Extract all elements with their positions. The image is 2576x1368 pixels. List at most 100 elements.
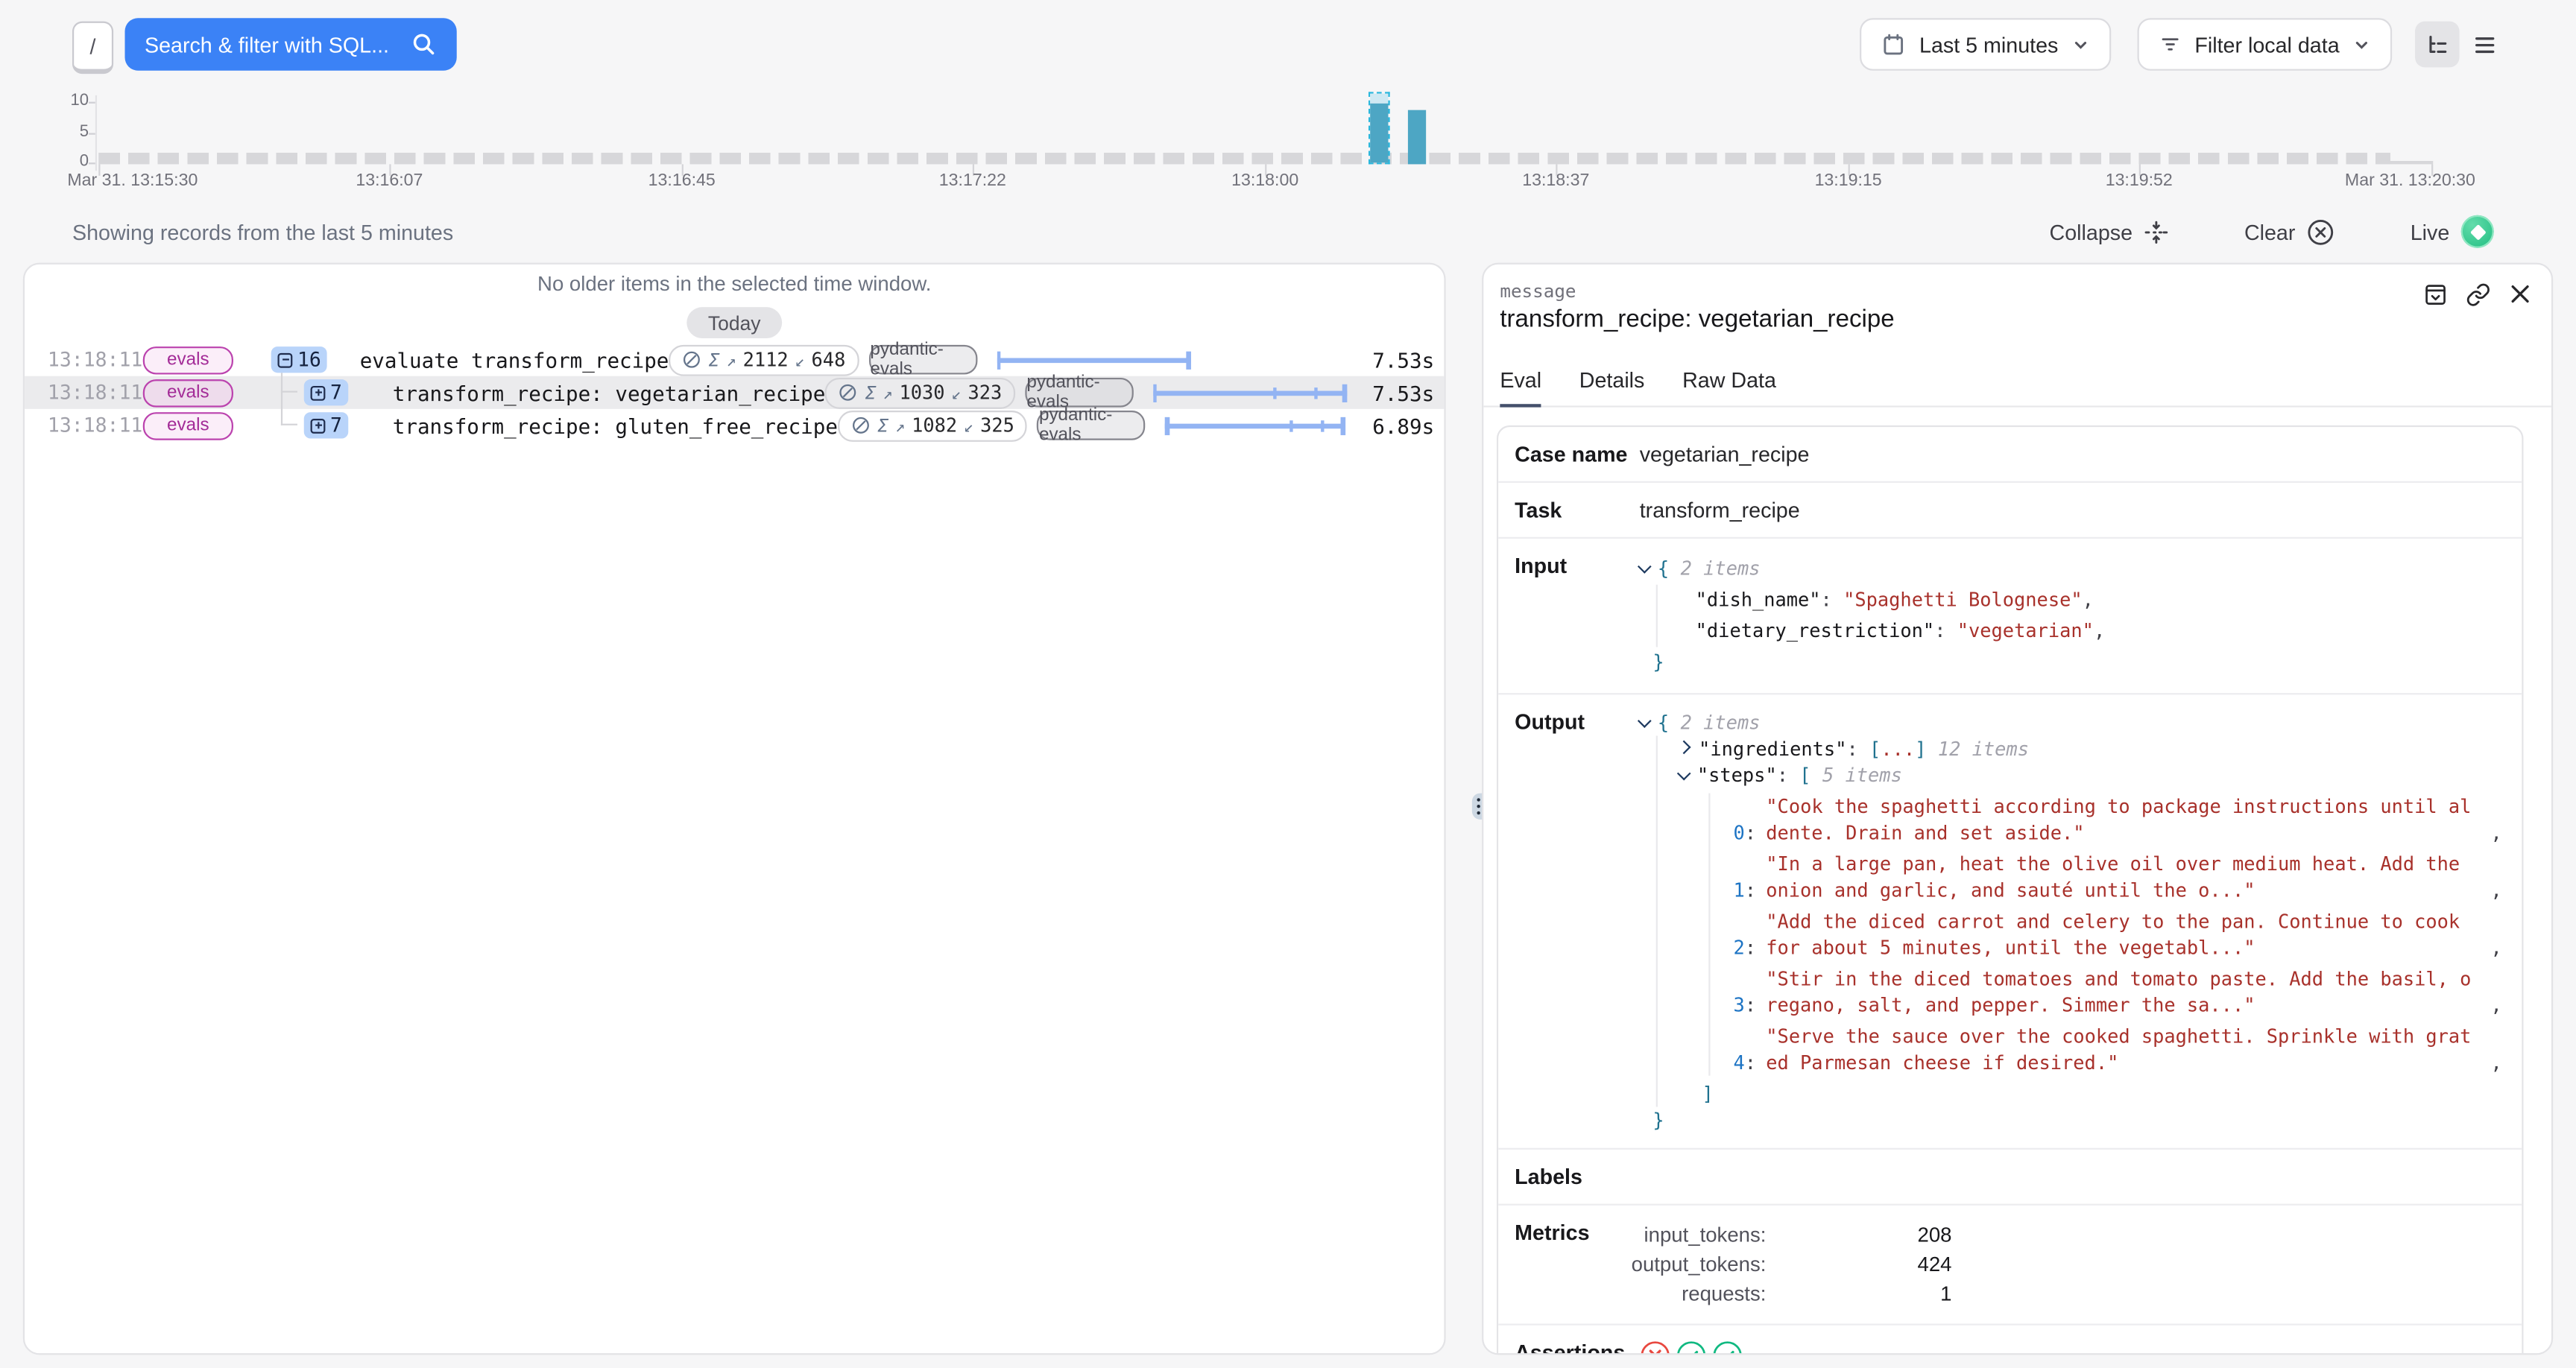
- collapse-button[interactable]: Collapse: [2039, 218, 2178, 245]
- token-usage-pill: 1082 325: [838, 410, 1028, 441]
- copy-link-icon[interactable]: [2466, 282, 2490, 307]
- record-kind-label: message: [1483, 265, 2551, 303]
- steps-open-line: steps: [5 items: [1679, 762, 2502, 788]
- token-coin-icon: [682, 349, 701, 369]
- output-tokens-icon: [951, 381, 961, 404]
- token-coin-icon: [839, 383, 858, 402]
- tab-raw-data[interactable]: Raw Data: [1682, 368, 1776, 408]
- empty-buckets-baseline: [98, 153, 2390, 164]
- evals-tag: evals: [143, 411, 233, 439]
- span-count: 7: [330, 381, 342, 404]
- filter-icon: [2159, 33, 2182, 56]
- assertion-pass-icon[interactable]: [1676, 1340, 1707, 1355]
- assertions-label: Assertions: [1498, 1326, 1640, 1355]
- step-item: 4:Serve the sauce over the cooked spaghe…: [1723, 1023, 2502, 1076]
- output-json-tree: {2 items ingredients: [...]12 items step…: [1640, 694, 2522, 1147]
- step-item: 1:In a large pan, heat the olive oil ove…: [1723, 851, 2502, 904]
- input-row: Input {2 items dish_name: Spaghetti Bolo…: [1498, 539, 2522, 694]
- duration-bar: [1153, 383, 1347, 402]
- live-button[interactable]: Live: [2401, 214, 2504, 250]
- json-entry: dietary_restriction: vegetarian,: [1696, 616, 2502, 647]
- chevron-down-icon: [2352, 35, 2370, 53]
- time-range-dropdown[interactable]: Last 5 minutes: [1860, 18, 2111, 71]
- chevron-down-icon: [2071, 35, 2089, 53]
- open-brace: {: [1658, 557, 1669, 580]
- status-bar: Showing records from the last 5 minutes …: [0, 203, 2576, 259]
- filter-local-data-dropdown[interactable]: Filter local data: [2137, 18, 2392, 71]
- span-count-badge[interactable]: 16: [271, 346, 328, 373]
- metric-item: input_tokens:208: [1594, 1220, 2502, 1250]
- top-bar-right-controls: Last 5 minutes Filter local data: [1860, 18, 2507, 71]
- search-button[interactable]: Search & filter with SQL...: [125, 18, 457, 71]
- search-button-label: Search & filter with SQL...: [145, 32, 411, 57]
- trace-row[interactable]: 13:18:11 evals 7 transform_recipe: glute…: [25, 409, 1444, 442]
- steps-close-bracket: ]: [1702, 1083, 1713, 1106]
- json-entry: dish_name: Spaghetti Bolognese,: [1696, 585, 2502, 616]
- output-tokens-count: 325: [980, 414, 1014, 437]
- collapse-chevron-icon[interactable]: [1638, 714, 1652, 728]
- tree-view-toggle-button[interactable]: [2415, 22, 2460, 68]
- task-value: transform_recipe: [1640, 483, 2522, 537]
- x-tick-label: 13:17:22: [939, 171, 1006, 190]
- list-view-icon: [2472, 32, 2497, 57]
- x-tick-label: 13:16:07: [356, 171, 423, 190]
- histogram-bar[interactable]: [1408, 110, 1426, 165]
- records-timeline-chart: 10 5 0 Mar 31. 13:15:30 13:16:07 13:16:4…: [0, 90, 2576, 202]
- span-name: evaluate transform_recipe: [360, 347, 669, 372]
- span-count: 16: [297, 348, 321, 371]
- items-count-note: 2 items: [1681, 557, 1761, 580]
- collapse-chevron-icon[interactable]: [1677, 767, 1691, 781]
- x-tick-label: 13:19:52: [2106, 171, 2173, 190]
- duration-text: 7.53s: [1347, 380, 1444, 405]
- span-name: transform_recipe: gluten_free_recipe: [393, 413, 838, 437]
- tab-details[interactable]: Details: [1579, 368, 1645, 408]
- x-tick-label: 13:18:00: [1231, 171, 1298, 190]
- input-label: Input: [1498, 539, 1640, 693]
- histogram-bar-highlight-top: [1369, 93, 1387, 104]
- span-count-badge[interactable]: 7: [304, 379, 349, 405]
- scope-tag: pydantic-evals: [1025, 378, 1133, 408]
- trace-row[interactable]: 13:18:11 evals 16 evaluate transform_rec…: [25, 343, 1444, 376]
- y-axis-line: [95, 95, 97, 171]
- collapse-vertical-icon: [2144, 219, 2168, 244]
- collapsed-ellipsis[interactable]: ...: [1881, 738, 1915, 761]
- close-icon[interactable]: [2509, 282, 2532, 305]
- histogram-bar-solid: [1369, 104, 1387, 162]
- x-tick-label: 13:16:45: [648, 171, 716, 190]
- ingredients-collapsed-line: ingredients: [...]12 items: [1679, 735, 2502, 761]
- output-tokens-count: 323: [967, 381, 1002, 404]
- trace-row-selected[interactable]: 13:18:11 evals 7 transform_recipe: veget…: [25, 376, 1444, 409]
- detail-title: transform_recipe: vegetarian_recipe: [1483, 303, 2551, 334]
- sum-icon: [708, 348, 719, 371]
- sum-icon: [865, 381, 876, 404]
- tree-view-icon: [2425, 32, 2449, 57]
- expand-chevron-icon[interactable]: [1677, 741, 1691, 755]
- archive-icon[interactable]: [2423, 282, 2448, 307]
- expand-plus-icon: [311, 385, 326, 400]
- live-indicator-icon: [2461, 215, 2494, 248]
- histogram-bar-selected[interactable]: [1368, 91, 1389, 164]
- evals-tag: evals: [143, 379, 233, 406]
- input-tokens-icon: [726, 348, 736, 371]
- close-brace: }: [1652, 650, 1664, 674]
- input-tokens-count: 1082: [912, 414, 957, 437]
- items-count-note: 5 items: [1822, 764, 1902, 787]
- collapse-label: Collapse: [2050, 219, 2133, 244]
- y-tick-5: 5: [23, 125, 89, 142]
- task-row: Task transform_recipe: [1498, 483, 2522, 539]
- span-count-badge[interactable]: 7: [304, 412, 349, 438]
- step-item: 0:Cook the spaghetti according to packag…: [1723, 794, 2502, 846]
- assertion-pass-icon[interactable]: [1712, 1340, 1743, 1355]
- x-tick-label: Mar 31. 13:15:30: [67, 171, 198, 190]
- clear-label: Clear: [2244, 219, 2295, 244]
- close-brace: }: [1652, 1109, 1664, 1132]
- case-name-value: vegetarian_recipe: [1640, 427, 2522, 481]
- assertion-fail-icon[interactable]: [1640, 1340, 1671, 1355]
- collapse-chevron-icon[interactable]: [1638, 560, 1652, 574]
- tab-eval[interactable]: Eval: [1500, 368, 1541, 408]
- list-view-toggle-button[interactable]: [2463, 22, 2507, 68]
- labels-row: Labels: [1498, 1150, 2522, 1206]
- duration-text: 6.89s: [1360, 413, 1445, 437]
- clear-button[interactable]: Clear: [2235, 216, 2345, 247]
- slash-key-label: /: [90, 34, 96, 58]
